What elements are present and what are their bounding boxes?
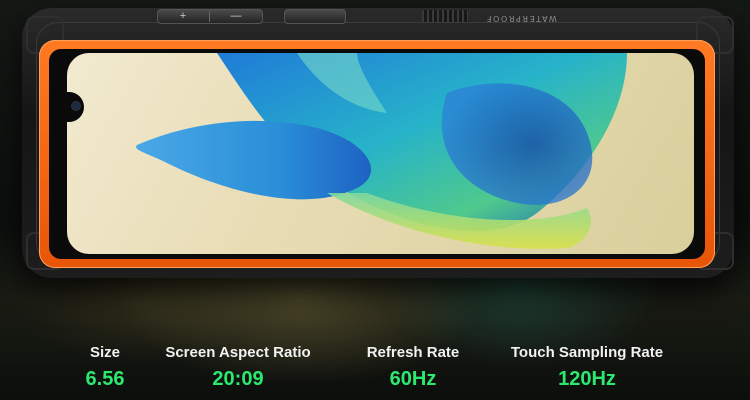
power-button bbox=[284, 9, 346, 24]
waterproof-label: WATERPROOF bbox=[485, 14, 557, 23]
spec-value: 60Hz bbox=[389, 368, 437, 390]
spec-label: Size bbox=[89, 344, 120, 361]
spec-item-refresh-rate: Refresh Rate 60Hz bbox=[348, 344, 478, 391]
spec-item-size: Size 6.56 bbox=[65, 344, 145, 391]
wallpaper-image bbox=[136, 53, 627, 249]
spec-label: Touch Sampling Rate bbox=[510, 344, 664, 361]
spec-item-aspect-ratio: Screen Aspect Ratio 20:09 bbox=[158, 344, 318, 391]
spec-value: 6.56 bbox=[85, 368, 125, 390]
speaker-grille bbox=[422, 10, 468, 22]
spec-label: Screen Aspect Ratio bbox=[165, 344, 311, 361]
phone-screen bbox=[67, 53, 694, 254]
volume-down-icon: — bbox=[230, 10, 242, 22]
spec-list: Size 6.56 Screen Aspect Ratio 20:09 Refr… bbox=[0, 344, 750, 400]
volume-separator bbox=[209, 11, 210, 22]
spec-value: 20:09 bbox=[212, 368, 264, 390]
spec-item-touch-sampling-rate: Touch Sampling Rate 120Hz bbox=[497, 344, 677, 391]
spec-label: Refresh Rate bbox=[366, 344, 460, 361]
spec-value: 120Hz bbox=[558, 368, 616, 390]
volume-rocker: + — bbox=[157, 9, 263, 24]
volume-up-icon: + bbox=[179, 10, 187, 22]
front-camera-icon bbox=[72, 102, 80, 110]
